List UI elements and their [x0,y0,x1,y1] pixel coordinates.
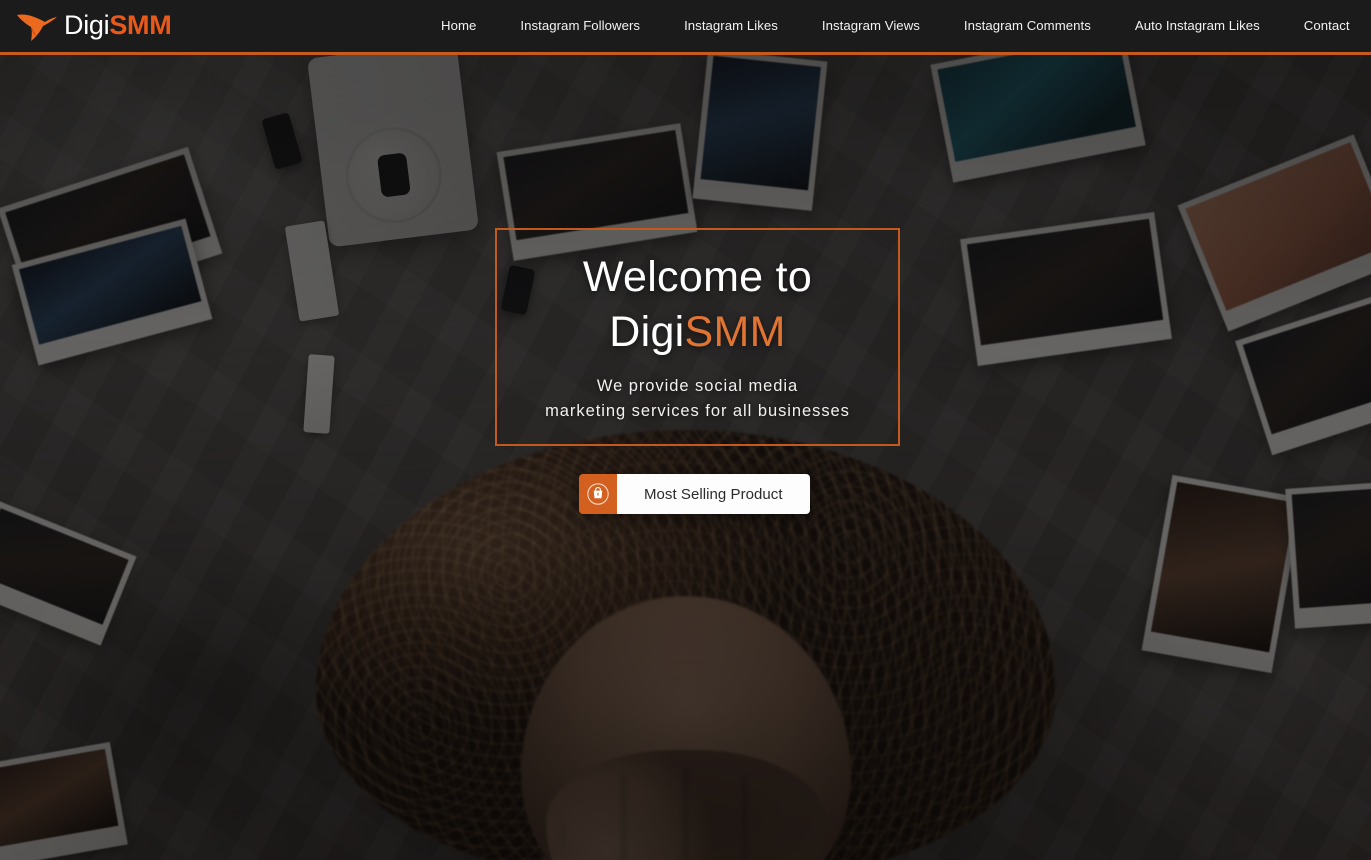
logo-text: DigiSMM [64,9,172,40]
hero-title-line1: Welcome to [582,253,813,301]
hero-content: Welcome to DigiSMM We provide social med… [0,55,1371,860]
bird-swoosh-logo-icon [14,9,60,43]
nav-item-contact[interactable]: Contact [1282,0,1350,52]
nav-item-auto-instagram-likes[interactable]: Auto Instagram Likes [1113,0,1282,52]
hero-subtitle-line1: We provide social media [596,377,799,395]
hero-title-line2-primary: Digi [609,308,685,356]
nav-item-instagram-followers[interactable]: Instagram Followers [498,0,662,52]
nav-item-instagram-views[interactable]: Instagram Views [800,0,942,52]
hero-title-line2-accent: SMM [684,308,786,356]
nav-item-instagram-likes[interactable]: Instagram Likes [662,0,800,52]
nav-item-home[interactable]: Home [432,0,498,52]
welcome-box: Welcome to DigiSMM We provide social med… [495,228,900,446]
most-selling-product-cta[interactable]: Most Selling Product [579,474,810,514]
hero-title: Welcome to DigiSMM [583,250,812,360]
main-navigation: Home Instagram Followers Instagram Likes… [432,0,1350,52]
most-selling-product-label[interactable]: Most Selling Product [617,474,810,514]
shopping-bag-icon[interactable] [579,474,617,514]
logo-text-accent: SMM [109,9,172,40]
site-logo[interactable]: DigiSMM [14,0,172,52]
site-header: DigiSMM Home Instagram Followers Instagr… [0,0,1371,55]
hero-subtitle: We provide social media marketing servic… [545,374,850,424]
logo-text-primary: Digi [64,9,110,40]
hero-subtitle-line2: marketing services for all businesses [545,402,850,420]
nav-item-instagram-comments[interactable]: Instagram Comments [942,0,1113,52]
hero-section: Welcome to DigiSMM We provide social med… [0,55,1371,860]
